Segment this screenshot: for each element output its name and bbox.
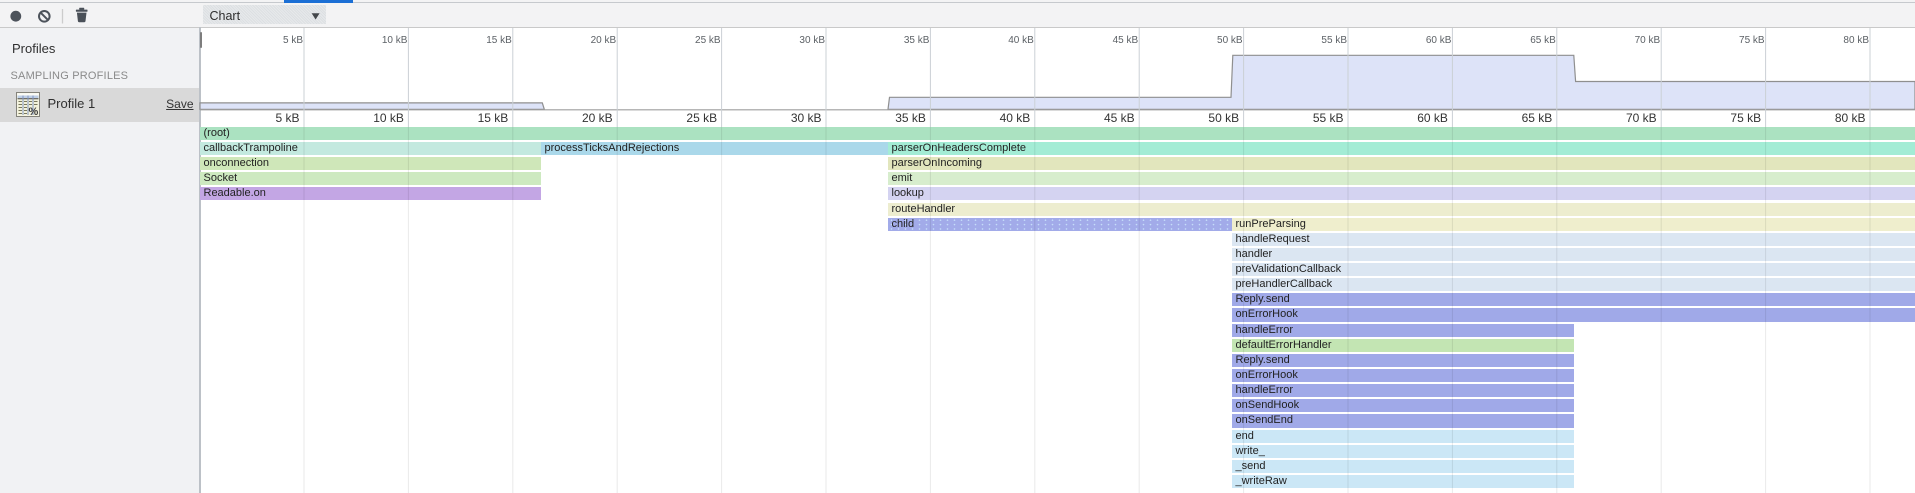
svg-text:%: % <box>29 106 39 117</box>
